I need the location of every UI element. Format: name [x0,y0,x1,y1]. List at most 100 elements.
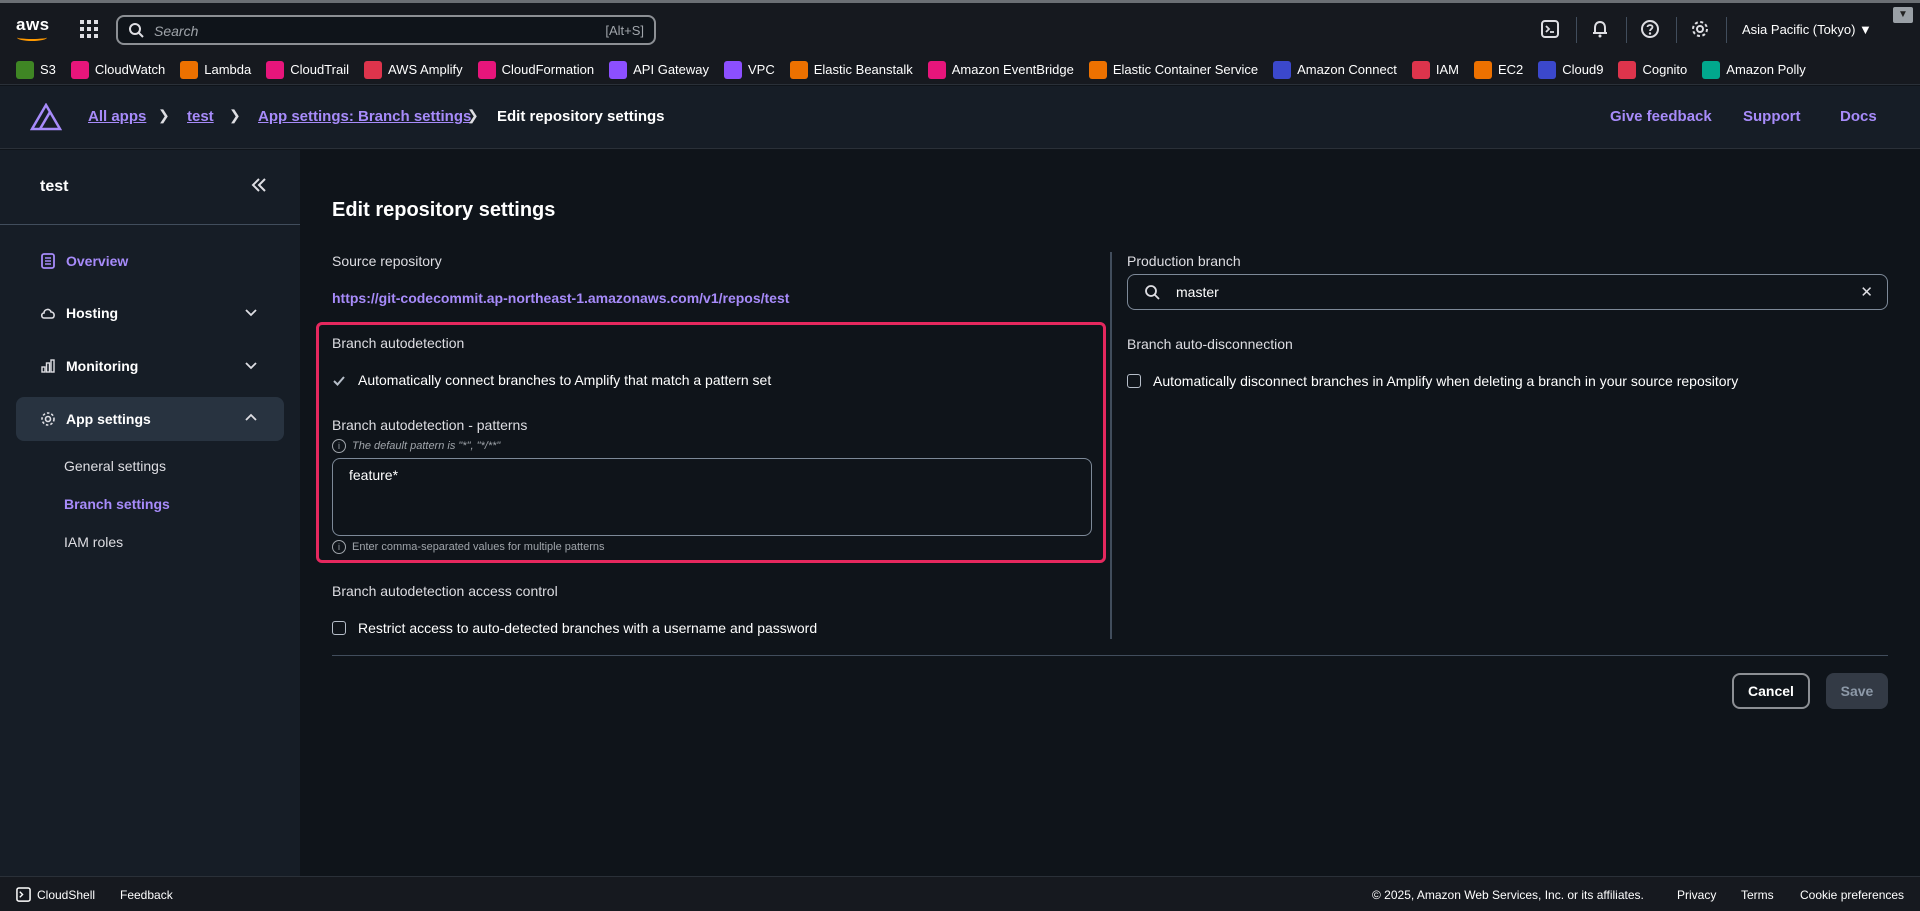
document-icon [40,253,56,269]
access-control-checkbox[interactable] [332,621,346,635]
sidebar-item-app-settings[interactable]: App settings [16,397,284,441]
favorite-label: Elastic Container Service [1112,62,1259,77]
page-title: Edit repository settings [332,199,556,221]
favorite-cloudformation[interactable]: CloudFormation [477,60,595,79]
favorite-label: CloudWatch [94,62,166,77]
help-icon[interactable] [1640,19,1660,39]
favorite-label: AWS Amplify [387,62,463,77]
s3-icon [16,60,34,79]
cloudshell-icon[interactable] [16,887,31,902]
breadcrumb-separator-icon: ❯ [158,107,170,123]
cloud-icon [40,305,56,321]
sidebar-item-iam-roles[interactable]: IAM roles [64,534,123,550]
favorite-ec2[interactable]: EC2 [1473,60,1524,79]
sidebar-item-label: Overview [66,253,129,269]
gear-icon [40,411,56,427]
notifications-bell-icon[interactable] [1590,19,1610,39]
cognito-icon [1618,60,1637,79]
column-divider [1110,252,1112,639]
give-feedback-link[interactable]: Give feedback [1610,108,1712,125]
scroll-down-icon[interactable]: ▼ [1893,7,1913,23]
footer-feedback[interactable]: Feedback [120,888,173,902]
auto-disconnect-checkbox-label[interactable]: Automatically disconnect branches in Amp… [1153,373,1738,389]
sidebar-item-general-settings[interactable]: General settings [64,458,166,474]
favorite-polly[interactable]: Amazon Polly [1702,60,1806,79]
collapse-sidebar-icon[interactable] [250,176,268,194]
footer-privacy[interactable]: Privacy [1677,888,1716,902]
favorite-lambda[interactable]: Lambda [180,60,251,79]
support-link[interactable]: Support [1743,108,1801,125]
sidebar-item-overview[interactable]: Overview [16,239,284,283]
info-icon: i [332,439,346,453]
breadcrumb-separator-icon: ❯ [467,107,479,123]
favorite-connect[interactable]: Amazon Connect [1273,60,1397,79]
access-control-checkbox-label[interactable]: Restrict access to auto-detected branche… [358,620,817,636]
favorite-beanstalk[interactable]: Elastic Beanstalk [789,60,913,79]
save-button[interactable]: Save [1826,673,1888,709]
search-placeholder: Search [154,23,199,39]
aws-logo[interactable]: aws [16,15,50,41]
favorite-label: IAM [1435,62,1459,77]
footer-copyright: © 2025, Amazon Web Services, Inc. or its… [1372,888,1644,902]
favorite-label: CloudFormation [501,62,595,77]
breadcrumb-app-settings[interactable]: App settings: Branch settings [258,108,471,125]
favorite-amplify[interactable]: AWS Amplify [363,60,463,79]
patterns-help-text: Enter comma-separated values for multipl… [352,541,605,553]
autodetect-checkbox-label[interactable]: Automatically connect branches to Amplif… [358,372,771,388]
favorite-iam[interactable]: IAM [1411,60,1459,79]
docs-link[interactable]: Docs [1840,108,1877,125]
services-menu-icon[interactable] [80,20,98,38]
favorite-cognito[interactable]: Cognito [1618,60,1687,79]
breadcrumb-all-apps[interactable]: All apps [88,108,146,125]
favorite-api-gateway[interactable]: API Gateway [609,60,710,79]
clear-icon[interactable]: ✕ [1860,283,1873,301]
cancel-button[interactable]: Cancel [1732,673,1810,709]
favorite-label: Amazon Polly [1726,62,1806,77]
favorite-label: VPC [748,62,775,77]
favorite-label: Elastic Beanstalk [813,62,913,77]
branch-autodetection-label: Branch autodetection [332,335,465,351]
amplify-logo-icon[interactable] [30,103,62,131]
favorite-eventbridge[interactable]: Amazon EventBridge [927,60,1074,79]
cloudtrail-icon [266,60,285,79]
sidebar-item-branch-settings[interactable]: Branch settings [64,496,170,512]
region-selector[interactable]: Asia Pacific (Tokyo) ▼ [1742,22,1872,37]
chevron-down-icon [245,362,257,370]
source-repository-link[interactable]: https://git-codecommit.ap-northeast-1.am… [332,290,789,306]
info-icon: i [332,540,346,554]
cloudshell-icon[interactable] [1540,19,1560,39]
vpc-icon [724,60,743,79]
favorite-label: CloudTrail [290,62,349,77]
sidebar-item-label: Hosting [66,305,119,321]
production-branch-input[interactable]: master ✕ [1127,274,1888,310]
favorite-ecs[interactable]: Elastic Container Service [1088,60,1259,79]
auto-disconnect-checkbox[interactable] [1127,374,1141,388]
settings-gear-icon[interactable] [1690,19,1710,39]
production-branch-label: Production branch [1127,253,1241,269]
favorite-vpc[interactable]: VPC [724,60,775,79]
chevron-down-icon [245,309,257,317]
favorite-cloudtrail[interactable]: CloudTrail [266,60,349,79]
cloudformation-icon [477,60,496,79]
lambda-icon [180,60,199,79]
favorite-label: EC2 [1497,62,1524,77]
footer-cookie-preferences[interactable]: Cookie preferences [1800,888,1904,902]
footer: CloudShell Feedback © 2025, Amazon Web S… [0,876,1920,911]
breadcrumb-separator-icon: ❯ [229,107,241,123]
sidebar-item-monitoring[interactable]: Monitoring [16,344,284,388]
autodetect-checkbox[interactable] [332,374,346,388]
sidebar-item-hosting[interactable]: Hosting [16,291,284,335]
patterns-textarea[interactable]: feature* [332,458,1092,536]
favorite-s3[interactable]: S3 [16,60,56,79]
patterns-hint-text: The default pattern is "*", "*/**" [352,440,501,452]
breadcrumb-app[interactable]: test [187,108,214,125]
ec2-icon [1473,60,1492,79]
patterns-help: i Enter comma-separated values for multi… [332,540,605,554]
footer-terms[interactable]: Terms [1741,888,1774,902]
favorite-cloud9[interactable]: Cloud9 [1538,60,1603,79]
search-input[interactable]: Search [Alt+S] [116,15,656,45]
favorite-label: API Gateway [633,62,710,77]
favorite-cloudwatch[interactable]: CloudWatch [70,60,166,79]
aws-logo-text: aws [16,15,50,34]
footer-cloudshell[interactable]: CloudShell [37,888,95,902]
